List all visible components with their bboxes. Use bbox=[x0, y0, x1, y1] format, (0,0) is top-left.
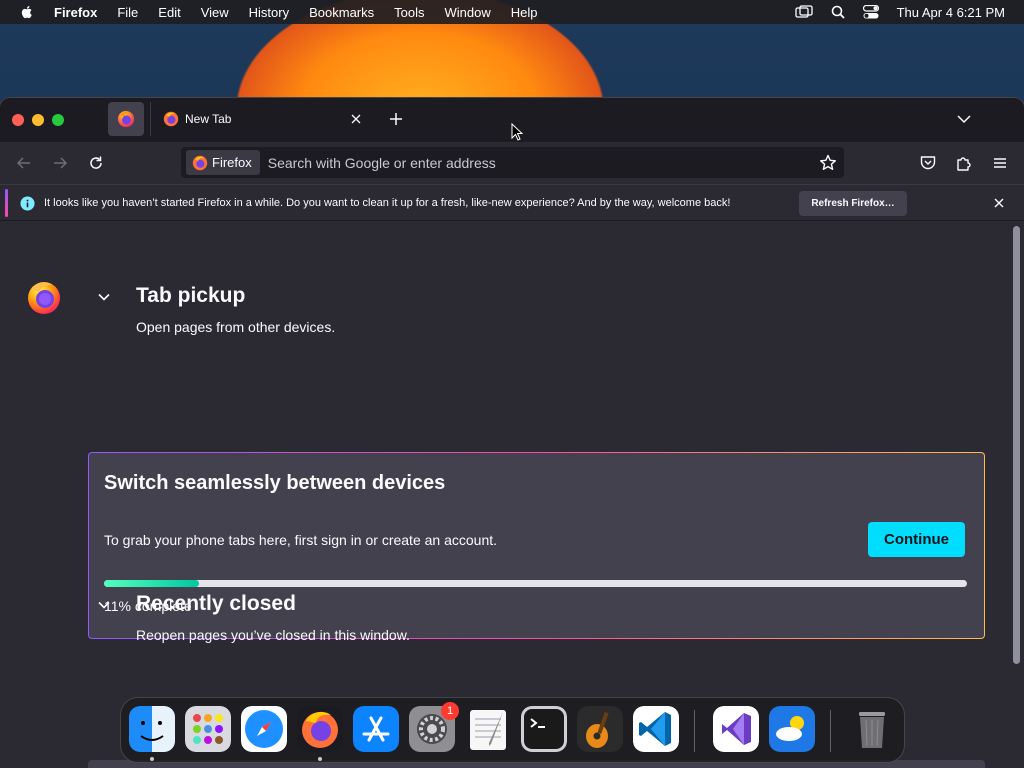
card-title: Switch seamlessly between devices bbox=[104, 472, 446, 494]
textedit-icon bbox=[470, 710, 506, 750]
window-zoom-button[interactable] bbox=[52, 114, 64, 126]
mouse-cursor-icon bbox=[511, 123, 523, 141]
url-input[interactable] bbox=[267, 154, 788, 171]
continue-button[interactable]: Continue bbox=[868, 522, 965, 557]
forward-arrow-icon bbox=[54, 157, 68, 169]
recently-closed-subtitle: Reopen pages you’ve closed in this windo… bbox=[136, 627, 410, 643]
dock-separator bbox=[694, 710, 695, 752]
window-close-button[interactable] bbox=[12, 114, 24, 126]
menu-edit[interactable]: Edit bbox=[158, 5, 180, 20]
close-icon[interactable] bbox=[993, 197, 1005, 209]
firefox-logo-icon bbox=[28, 282, 60, 314]
dock-firefox[interactable] bbox=[297, 706, 343, 752]
dock-garageband[interactable] bbox=[577, 706, 623, 752]
dock-app-store[interactable] bbox=[353, 706, 399, 752]
firefox-icon bbox=[297, 706, 343, 752]
tab-title: New Tab bbox=[185, 112, 232, 126]
apple-menu-icon[interactable] bbox=[19, 4, 35, 20]
visual-studio-icon bbox=[713, 706, 759, 752]
back-button[interactable] bbox=[14, 153, 34, 173]
firefox-icon bbox=[163, 111, 179, 127]
menu-bookmarks[interactable]: Bookmarks bbox=[309, 5, 374, 20]
navigation-toolbar: Firefox bbox=[0, 142, 1024, 184]
refresh-firefox-button[interactable]: Refresh Firefox… bbox=[799, 191, 907, 216]
settings-notification-badge: 1 bbox=[441, 702, 459, 720]
dock-weather[interactable] bbox=[769, 706, 815, 752]
dock-textedit[interactable] bbox=[465, 706, 511, 752]
safari-icon bbox=[241, 706, 287, 752]
menu-bar-clock[interactable]: Thu Apr 4 6:21 PM bbox=[897, 5, 1005, 20]
collapse-tab-pickup-chevron-icon[interactable] bbox=[97, 290, 111, 304]
macos-menu-bar: Firefox File Edit View History Bookmarks… bbox=[0, 0, 1024, 24]
menu-tools[interactable]: Tools bbox=[394, 5, 424, 20]
dock-terminal[interactable] bbox=[521, 706, 567, 752]
firefox-window: New Tab Firefox Search with Google or en… bbox=[0, 98, 1024, 768]
address-bar[interactable]: Firefox bbox=[181, 147, 844, 178]
guitar-icon bbox=[577, 706, 623, 752]
app-store-icon bbox=[353, 706, 399, 752]
firefox-icon bbox=[117, 110, 135, 128]
firefox-view-page: Tab pickup Open pages from other devices… bbox=[0, 222, 1024, 768]
dock-visual-studio[interactable] bbox=[713, 706, 759, 752]
dock-launchpad[interactable] bbox=[185, 706, 231, 752]
bookmark-star-icon[interactable] bbox=[818, 153, 838, 173]
hamburger-menu-icon bbox=[994, 158, 1006, 168]
launchpad-icon bbox=[185, 706, 231, 752]
menu-help[interactable]: Help bbox=[511, 5, 538, 20]
tab-close-icon[interactable] bbox=[348, 111, 364, 127]
macos-dock: 1 bbox=[120, 697, 905, 763]
collapse-recently-closed-chevron-icon[interactable] bbox=[97, 598, 111, 612]
list-all-tabs-chevron-icon[interactable] bbox=[955, 110, 973, 128]
refresh-notification-bar: It looks like you haven’t started Firefo… bbox=[0, 184, 1024, 221]
notification-message: It looks like you haven’t started Firefo… bbox=[44, 197, 731, 209]
finder-running-indicator bbox=[150, 757, 154, 761]
recently-closed-heading: Recently closed bbox=[136, 592, 296, 615]
vscode-icon bbox=[633, 706, 679, 752]
firefox-running-indicator bbox=[318, 757, 322, 761]
menu-window[interactable]: Window bbox=[445, 5, 491, 20]
menu-history[interactable]: History bbox=[249, 5, 289, 20]
terminal-icon bbox=[521, 706, 567, 752]
reload-button[interactable] bbox=[86, 153, 106, 173]
finder-icon bbox=[129, 706, 175, 752]
setup-progress-fill bbox=[104, 580, 199, 587]
notification-accent bbox=[5, 189, 8, 217]
firefox-icon bbox=[192, 155, 208, 170]
tab-pickup-heading: Tab pickup bbox=[136, 284, 246, 307]
new-tab-plus-icon[interactable] bbox=[387, 110, 405, 128]
dock-safari[interactable] bbox=[241, 706, 287, 752]
menu-view[interactable]: View bbox=[201, 5, 229, 20]
control-center-icon[interactable] bbox=[862, 5, 879, 19]
card-body-text: To grab your phone tabs here, first sign… bbox=[104, 532, 498, 548]
firefox-view-tab[interactable] bbox=[108, 102, 144, 136]
app-menu-button[interactable] bbox=[990, 153, 1010, 173]
dock-finder[interactable] bbox=[129, 706, 175, 752]
reload-icon bbox=[90, 156, 102, 169]
pocket-icon bbox=[920, 156, 936, 170]
menu-app-name[interactable]: Firefox bbox=[54, 5, 97, 20]
menu-file[interactable]: File bbox=[117, 5, 138, 20]
tab-new-tab[interactable]: New Tab bbox=[150, 102, 374, 136]
extensions-button[interactable] bbox=[954, 153, 974, 173]
page-scrollbar[interactable] bbox=[1013, 226, 1020, 664]
identity-label: Firefox bbox=[212, 155, 252, 170]
dock-vscode[interactable] bbox=[633, 706, 679, 752]
info-icon bbox=[20, 196, 35, 211]
dock-separator bbox=[830, 710, 831, 752]
forward-button[interactable] bbox=[50, 153, 70, 173]
pocket-button[interactable] bbox=[918, 153, 938, 173]
trash-icon bbox=[859, 712, 885, 748]
back-arrow-icon bbox=[16, 157, 30, 169]
spotlight-search-icon[interactable] bbox=[831, 5, 845, 19]
setup-progress-bar bbox=[104, 580, 967, 587]
puzzle-piece-icon bbox=[957, 157, 971, 171]
tab-pickup-subtitle: Open pages from other devices. bbox=[136, 319, 336, 335]
dock-trash[interactable] bbox=[849, 706, 895, 752]
window-minimize-button[interactable] bbox=[32, 114, 44, 126]
screen-mirroring-icon[interactable] bbox=[794, 5, 813, 19]
weather-icon bbox=[769, 706, 815, 752]
identity-box[interactable]: Firefox bbox=[186, 150, 260, 175]
